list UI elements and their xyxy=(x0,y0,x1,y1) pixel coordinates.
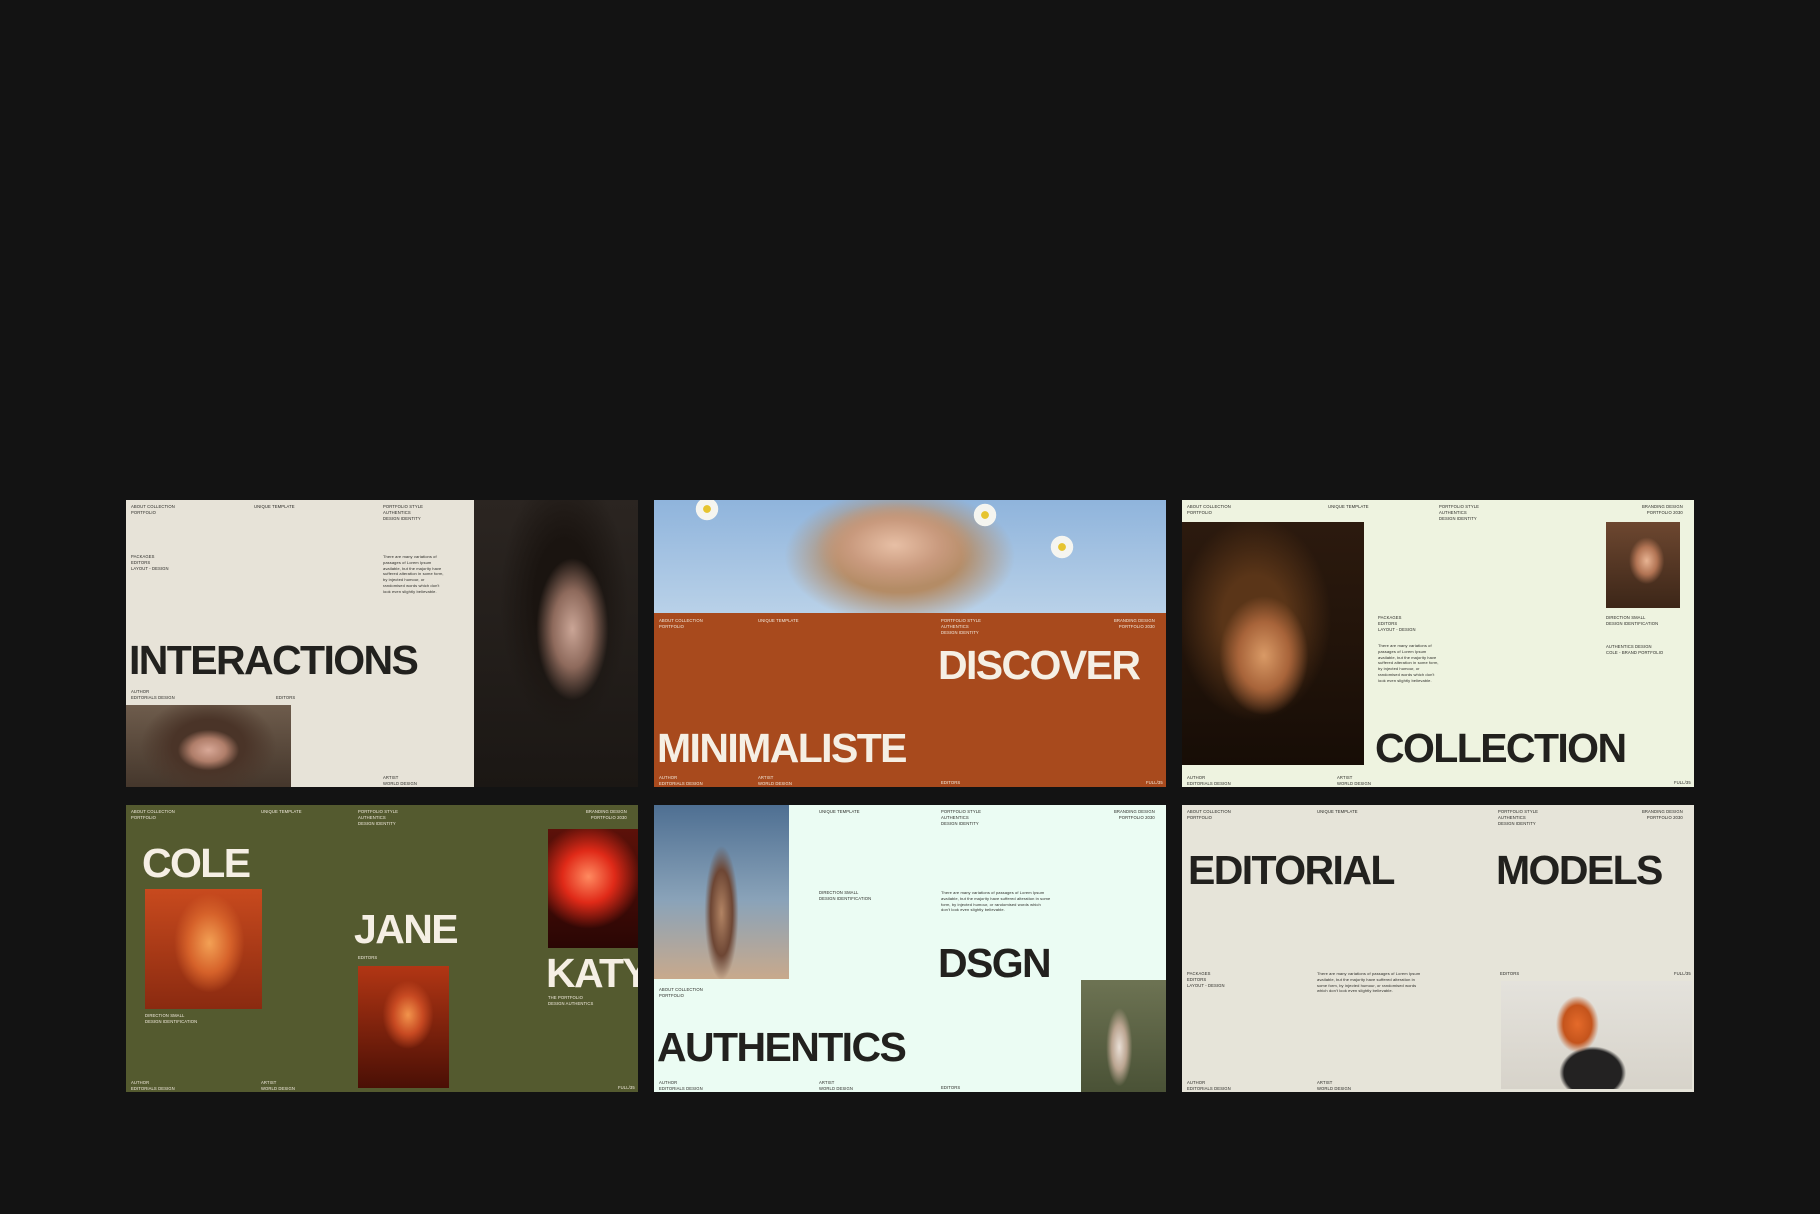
headline-jane: JANE xyxy=(354,906,459,952)
daisy-icon xyxy=(1049,534,1075,560)
bottom-label: AUTHOR EDITORIALS DESIGN xyxy=(659,775,703,787)
top-label: ABOUT COLLECTION PORTFOLIO xyxy=(131,504,175,516)
bottom-label: ARTIST WORLD DESIGN xyxy=(1317,1080,1352,1092)
top-label: PORTFOLIO STYLE AUTHENTICS DESIGN IDENTI… xyxy=(383,504,424,522)
portrait-photo xyxy=(1182,522,1364,765)
bottom-label: ARTIST WORLD DESIGN xyxy=(1337,775,1372,787)
top-label: UNIQUE TEMPLATE xyxy=(819,809,860,814)
bottom-label: EDITORS xyxy=(941,780,961,785)
top-label: PORTFOLIO STYLE AUTHENTICS DESIGN IDENTI… xyxy=(941,618,982,636)
sky-photo xyxy=(654,500,1166,613)
top-label: PORTFOLIO STYLE AUTHENTICS DESIGN IDENTI… xyxy=(358,809,399,827)
headline-cole: COLE xyxy=(142,840,251,886)
sunset-photo xyxy=(654,805,789,979)
side-label: PACKAGES EDITORS LAYOUT - DESIGN xyxy=(1187,971,1225,989)
bottom-label: AUTHOR EDITORIALS DESIGN xyxy=(131,689,175,701)
headline-authentics: AUTHENTICS xyxy=(657,1024,907,1070)
caption: DIRECTION SMALL DESIGN IDENTIFICATION xyxy=(819,890,872,902)
slide-dsgn-authentics[interactable]: UNIQUE TEMPLATE PORTFOLIO STYLE AUTHENTI… xyxy=(654,805,1166,1092)
top-label: ABOUT COLLECTION PORTFOLIO xyxy=(1187,809,1231,821)
top-label: PORTFOLIO STYLE AUTHENTICS DESIGN IDENTI… xyxy=(941,809,982,827)
bottom-label: AUTHOR EDITORIALS DESIGN xyxy=(1187,1080,1231,1092)
daisy-icon xyxy=(694,500,720,522)
bottom-label: ARTIST WORLD DESIGN xyxy=(819,1080,854,1092)
top-label: BRANDING DESIGN PORTFOLIO 2030 xyxy=(1642,504,1683,516)
tree-photo xyxy=(1081,980,1166,1092)
page-number: FULL/35 xyxy=(1146,780,1163,785)
bottom-label: AUTHOR EDITORIALS DESIGN xyxy=(131,1080,175,1092)
slide-editorial-models[interactable]: ABOUT COLLECTION PORTFOLIO UNIQUE TEMPLA… xyxy=(1182,805,1694,1092)
body-paragraph: There are many variations of passages of… xyxy=(1378,643,1439,683)
top-label: UNIQUE TEMPLATE xyxy=(1328,504,1369,509)
top-label: BRANDING DESIGN PORTFOLIO 2030 xyxy=(1642,809,1683,821)
side-label: PACKAGES EDITORS LAYOUT - DESIGN xyxy=(131,554,169,572)
bottom-label: ARTIST WORLD DESIGN xyxy=(383,775,418,787)
top-label: UNIQUE TEMPLATE xyxy=(758,618,799,623)
daisy-icon xyxy=(972,502,998,528)
small-portrait-photo xyxy=(1606,522,1680,608)
bottom-label: EDITORS xyxy=(276,695,296,700)
caption: EDITORS xyxy=(1500,971,1520,976)
bottom-label: EDITORS xyxy=(941,1085,961,1090)
slide-discover[interactable]: ABOUT COLLECTION PORTFOLIO UNIQUE TEMPLA… xyxy=(654,500,1166,787)
top-label: ABOUT COLLECTION PORTFOLIO xyxy=(131,809,175,821)
bottom-label: AUTHOR EDITORIALS DESIGN xyxy=(659,1080,703,1092)
red-neon-photo xyxy=(548,829,638,948)
body-paragraph: There are many variations of passages of… xyxy=(941,890,1051,913)
top-label: ABOUT COLLECTION PORTFOLIO xyxy=(1187,504,1231,516)
body-paragraph: There are many variations of passages of… xyxy=(1317,971,1421,994)
top-label: ABOUT COLLECTION PORTFOLIO xyxy=(659,618,703,630)
page-number: FULL/35 xyxy=(1674,971,1691,976)
bottom-label: ARTIST WORLD DESIGN xyxy=(758,775,793,787)
top-label: BRANDING DESIGN PORTFOLIO 2030 xyxy=(586,809,627,821)
page-number: FULL/35 xyxy=(1674,780,1691,785)
headline-discover: DISCOVER xyxy=(938,642,1141,688)
bottom-label: ARTIST WORLD DESIGN xyxy=(261,1080,296,1092)
slide-interactions[interactable]: ABOUT COLLECTION PORTFOLIO UNIQUE TEMPLA… xyxy=(126,500,638,787)
top-label: PORTFOLIO STYLE AUTHENTICS DESIGN IDENTI… xyxy=(1498,809,1539,827)
top-label: BRANDING DESIGN PORTFOLIO 2030 xyxy=(1114,618,1155,630)
bottom-label: AUTHOR EDITORIALS DESIGN xyxy=(1187,775,1231,787)
slide-collection[interactable]: ABOUT COLLECTION PORTFOLIO UNIQUE TEMPLA… xyxy=(1182,500,1694,787)
top-label: UNIQUE TEMPLATE xyxy=(1317,809,1358,814)
orange-blur-photo xyxy=(145,889,262,1009)
face-photo xyxy=(126,705,291,787)
headline: COLLECTION xyxy=(1375,725,1627,771)
redhead-photo xyxy=(1501,981,1692,1089)
caption: DIRECTION SMALL DESIGN IDENTIFICATION xyxy=(145,1013,198,1025)
headline-models: MODELS xyxy=(1496,847,1663,893)
side-label: PACKAGES EDITORS LAYOUT - DESIGN xyxy=(1378,615,1416,633)
page-number: FULL/35 xyxy=(618,1085,635,1090)
body-paragraph: There are many variations of passages of… xyxy=(383,554,444,594)
red-face-photo xyxy=(358,966,449,1088)
headline: INTERACTIONS xyxy=(129,637,419,683)
slide-cole-jane-katy[interactable]: ABOUT COLLECTION PORTFOLIO UNIQUE TEMPLA… xyxy=(126,805,638,1092)
headline-editorial: EDITORIAL xyxy=(1188,847,1395,893)
headline-katy: KATY xyxy=(546,950,638,996)
caption: ABOUT COLLECTION PORTFOLIO xyxy=(659,987,703,999)
top-label: PORTFOLIO STYLE AUTHENTICS DESIGN IDENTI… xyxy=(1439,504,1480,522)
caption: EDITORS xyxy=(358,955,378,960)
portrait-photo xyxy=(474,500,638,787)
top-label: BRANDING DESIGN PORTFOLIO 2030 xyxy=(1114,809,1155,821)
top-label: UNIQUE TEMPLATE xyxy=(261,809,302,814)
caption: DIRECTION SMALL DESIGN IDENTIFICATION xyxy=(1606,615,1659,627)
caption: THE PORTFOLIO DESIGN AUTHENTICS xyxy=(548,995,594,1007)
headline-minimaliste: MINIMALISTE xyxy=(657,725,907,771)
caption: AUTHENTICS DESIGN COLE - BRAND PORTFOLIO xyxy=(1606,644,1664,656)
headline-dsgn: DSGN xyxy=(938,940,1052,986)
top-label: UNIQUE TEMPLATE xyxy=(254,504,295,509)
